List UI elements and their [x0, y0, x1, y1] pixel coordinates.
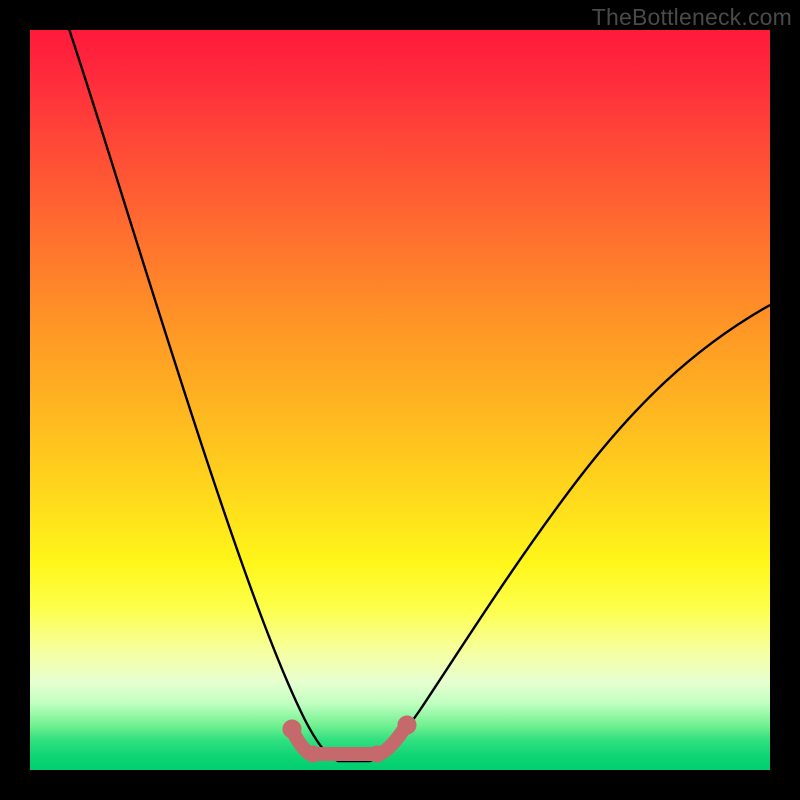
plot-area: [30, 30, 770, 770]
chart-frame: TheBottleneck.com: [0, 0, 800, 800]
highlight-region: [283, 716, 416, 762]
watermark-text: TheBottleneck.com: [592, 4, 792, 31]
curve-layer: [30, 30, 770, 770]
bottleneck-curve: [66, 30, 770, 761]
